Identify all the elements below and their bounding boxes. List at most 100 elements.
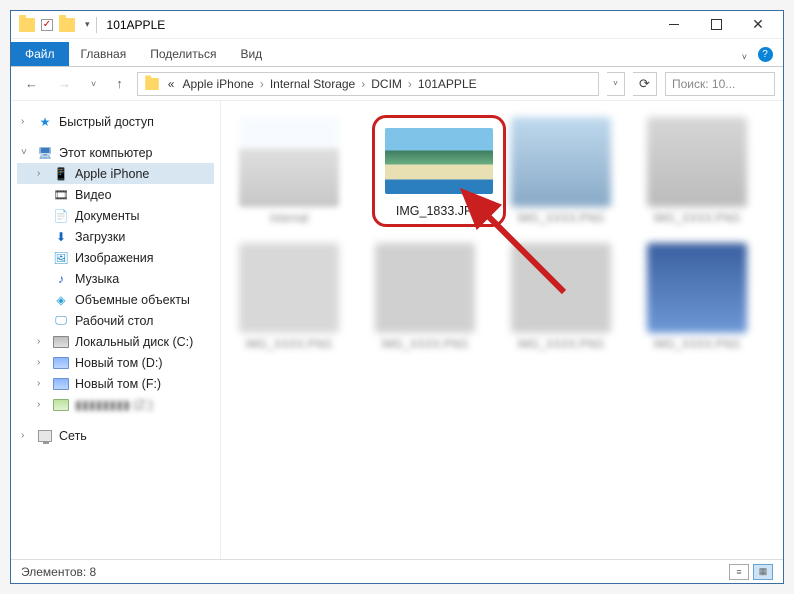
nav-this-pc[interactable]: ˅ 🖥 Этот компьютер: [17, 142, 214, 163]
nav-label: Документы: [75, 209, 139, 223]
search-input[interactable]: Поиск: 10...: [665, 72, 775, 96]
nav-label: Видео: [75, 188, 112, 202]
qat-properties-checkbox[interactable]: ✓: [41, 19, 53, 31]
nav-drive-f[interactable]: › Новый том (F:): [17, 373, 214, 394]
breadcrumb-segment[interactable]: Internal Storage: [266, 73, 359, 95]
chevron-right-icon: ›: [37, 336, 47, 347]
nav-bar: ← → ˅ ↑ « Apple iPhone› Internal Storage…: [11, 67, 783, 101]
help-button[interactable]: ?: [753, 42, 777, 66]
nav-quick-access[interactable]: › ★ Быстрый доступ: [17, 111, 214, 132]
file-item-highlighted[interactable]: IMG_1833.JPG: [369, 115, 509, 227]
breadcrumb-segment[interactable]: Apple iPhone: [178, 73, 257, 95]
file-item[interactable]: IMG_XXXX.PNG: [507, 117, 615, 225]
nav-label: Сеть: [59, 429, 87, 443]
computer-icon: 🖥: [37, 145, 53, 161]
document-icon: 📄: [53, 208, 69, 224]
breadcrumb-segment[interactable]: «: [164, 73, 179, 95]
nav-music[interactable]: ♪ Музыка: [17, 268, 214, 289]
forward-button[interactable]: →: [52, 74, 77, 93]
chevron-right-icon: ›: [37, 399, 47, 410]
video-icon: 🎞: [53, 187, 69, 203]
explorer-body: › ★ Быстрый доступ ˅ 🖥 Этот компьютер › …: [11, 101, 783, 559]
drive-icon: [53, 355, 69, 371]
nav-pictures[interactable]: 🖼 Изображения: [17, 247, 214, 268]
cube-icon: ◈: [53, 292, 69, 308]
drive-icon: [53, 397, 69, 413]
nav-documents[interactable]: 📄 Документы: [17, 205, 214, 226]
nav-network[interactable]: › Сеть: [17, 425, 214, 446]
recent-dropdown[interactable]: ˅: [85, 77, 102, 91]
item-count-label: Элементов: 8: [21, 565, 96, 579]
explorer-window: ✓ ▾ 101APPLE ✕ Файл Главная Поделиться В…: [10, 10, 784, 584]
window-title: 101APPLE: [107, 18, 166, 32]
download-icon: ⬇: [53, 229, 69, 245]
file-item[interactable]: Internal: [235, 117, 343, 225]
refresh-button[interactable]: ⟳: [633, 72, 657, 96]
file-item[interactable]: IMG_XXXX.PNG: [643, 117, 751, 225]
nav-label: Объемные объекты: [75, 293, 190, 307]
nav-label: Новый том (F:): [75, 377, 161, 391]
file-thumbnail: [385, 128, 493, 194]
window-controls: ✕: [653, 13, 779, 37]
chevron-right-icon: ›: [258, 77, 266, 91]
chevron-right-icon: ›: [37, 168, 47, 179]
nav-label: Быстрый доступ: [59, 115, 154, 129]
ribbon-collapse-icon[interactable]: ˅: [742, 52, 747, 62]
address-history-dropdown[interactable]: ˅: [607, 72, 625, 96]
maximize-button[interactable]: [695, 13, 737, 37]
ribbon-tab-share[interactable]: Поделиться: [138, 42, 228, 66]
nav-video[interactable]: 🎞 Видео: [17, 184, 214, 205]
nav-drive-c[interactable]: › Локальный диск (C:): [17, 331, 214, 352]
nav-desktop[interactable]: 🖵 Рабочий стол: [17, 310, 214, 331]
drive-icon: [53, 334, 69, 350]
minimize-button[interactable]: [653, 13, 695, 37]
view-details-button[interactable]: ≡: [729, 564, 749, 580]
callout-frame: IMG_1833.JPG: [372, 115, 506, 227]
nav-label: Рабочий стол: [75, 314, 153, 328]
pictures-icon: 🖼: [53, 250, 69, 266]
star-icon: ★: [37, 114, 53, 130]
ribbon-tab-view[interactable]: Вид: [228, 42, 274, 66]
music-icon: ♪: [53, 271, 69, 287]
file-item[interactable]: IMG_XXXX.PNG: [507, 243, 615, 351]
up-button[interactable]: ↑: [110, 74, 129, 93]
file-item[interactable]: IMG_XXXX.PNG: [643, 243, 751, 351]
annotation-arrow: [481, 101, 691, 103]
back-button[interactable]: ←: [19, 74, 44, 93]
phone-icon: 📱: [53, 166, 69, 182]
nav-label: Загрузки: [75, 230, 125, 244]
navigation-pane: › ★ Быстрый доступ ˅ 🖥 Этот компьютер › …: [11, 101, 221, 559]
breadcrumb-segment[interactable]: DCIM: [367, 73, 406, 95]
file-item[interactable]: IMG_XXXX.PNG: [235, 243, 343, 351]
nav-drive-d[interactable]: › Новый том (D:): [17, 352, 214, 373]
address-bar[interactable]: « Apple iPhone› Internal Storage› DCIM› …: [137, 72, 599, 96]
separator: [96, 17, 97, 33]
view-thumbnails-button[interactable]: ▦: [753, 564, 773, 580]
status-bar: Элементов: 8 ≡ ▦: [11, 559, 783, 583]
ribbon-file-tab[interactable]: Файл: [11, 42, 69, 66]
breadcrumb-segment[interactable]: 101APPLE: [414, 73, 481, 95]
nav-label: Музыка: [75, 272, 119, 286]
content-pane[interactable]: Internal IMG_XXXX.PNG IMG_XXXX.PNG IMG_X…: [221, 101, 783, 559]
close-button[interactable]: ✕: [737, 13, 779, 37]
nav-drive-z[interactable]: › ▮▮▮▮▮▮▮▮ (Z:): [17, 394, 214, 415]
chevron-down-icon: ˅: [21, 147, 31, 158]
chevron-right-icon: ›: [21, 116, 31, 127]
file-label: IMG_1833.JPG: [381, 204, 497, 218]
ribbon-tab-home[interactable]: Главная: [69, 42, 139, 66]
nav-label: Изображения: [75, 251, 154, 265]
chevron-right-icon: ›: [359, 77, 367, 91]
nav-apple-iphone[interactable]: › 📱 Apple iPhone: [17, 163, 214, 184]
qat-dropdown-icon[interactable]: ▾: [85, 19, 90, 30]
folder-icon: [19, 18, 35, 32]
folder-icon: [145, 78, 159, 90]
nav-3dobjects[interactable]: ◈ Объемные объекты: [17, 289, 214, 310]
chevron-right-icon: ›: [37, 357, 47, 368]
file-item[interactable]: IMG_XXXX.PNG: [371, 243, 479, 351]
nav-downloads[interactable]: ⬇ Загрузки: [17, 226, 214, 247]
nav-label: Новый том (D:): [75, 356, 163, 370]
network-icon: [37, 428, 53, 444]
help-icon: ?: [758, 47, 773, 62]
title-bar: ✓ ▾ 101APPLE ✕: [11, 11, 783, 39]
nav-label: ▮▮▮▮▮▮▮▮ (Z:): [75, 397, 153, 412]
